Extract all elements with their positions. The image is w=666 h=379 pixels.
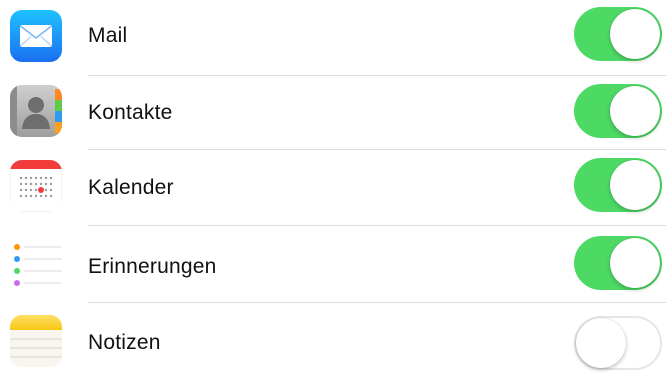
toggle-knob <box>610 9 660 59</box>
notes-label: Notizen <box>88 331 161 354</box>
contacts-icon <box>10 85 62 137</box>
mail-icon <box>10 10 62 62</box>
settings-row-contacts: Kontakte <box>0 74 666 150</box>
reminders-icon <box>10 239 62 291</box>
toggle-knob <box>610 238 660 288</box>
settings-row-notes: Notizen <box>0 303 666 379</box>
mail-label: Mail <box>88 24 128 47</box>
toggle-knob <box>610 86 660 136</box>
reminders-label: Erinnerungen <box>88 255 217 278</box>
settings-row-mail: Mail <box>0 0 666 76</box>
settings-row-reminders: Erinnerungen <box>0 227 666 303</box>
calendar-icon <box>10 160 62 212</box>
settings-list: Mail Kontakte Kalender Erinnerungen Noti… <box>0 0 666 370</box>
settings-row-calendar: Kalender <box>0 150 666 226</box>
notes-toggle[interactable] <box>574 316 662 370</box>
reminders-toggle[interactable] <box>574 236 662 290</box>
notes-icon <box>10 315 62 367</box>
calendar-label: Kalender <box>88 176 174 199</box>
contacts-label: Kontakte <box>88 101 173 124</box>
calendar-toggle[interactable] <box>574 158 662 212</box>
toggle-knob <box>576 318 626 368</box>
toggle-knob <box>610 160 660 210</box>
divider <box>88 225 666 226</box>
contacts-toggle[interactable] <box>574 84 662 138</box>
mail-toggle[interactable] <box>574 7 662 61</box>
